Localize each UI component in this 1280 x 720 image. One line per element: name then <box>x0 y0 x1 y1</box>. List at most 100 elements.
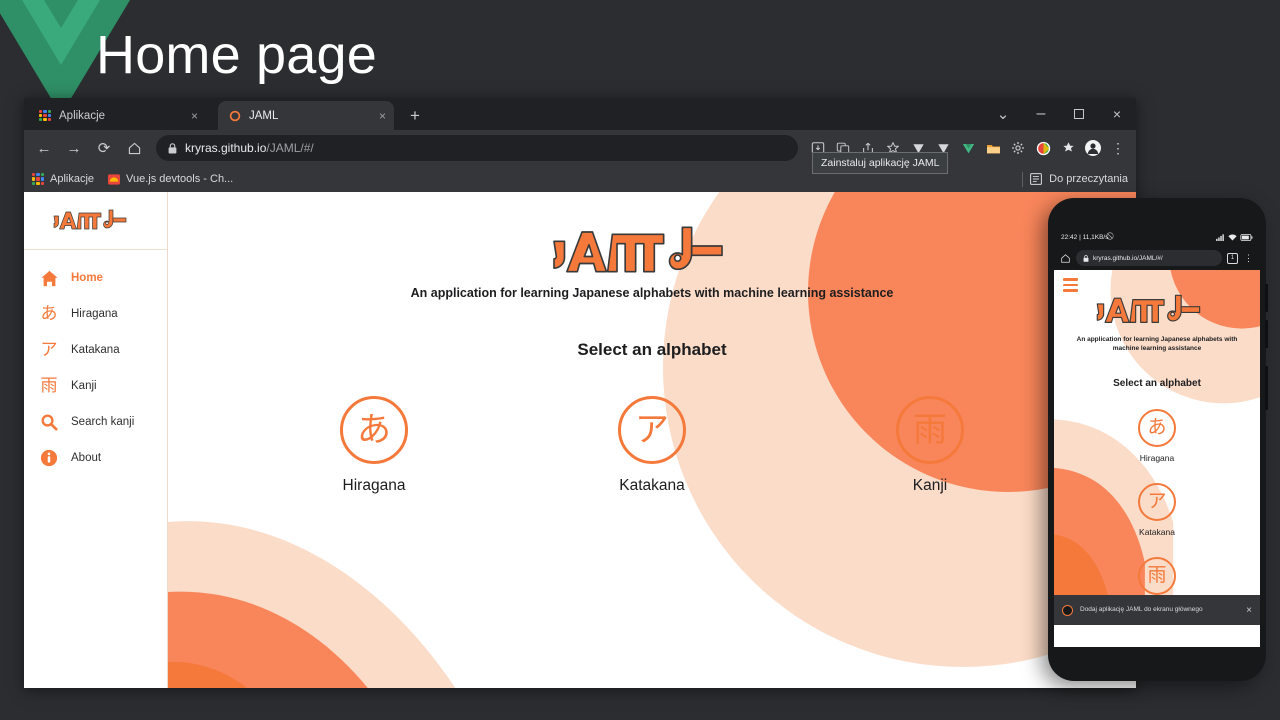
profile-avatar-icon[interactable] <box>1081 136 1105 160</box>
close-button[interactable]: × <box>1098 98 1136 130</box>
home-page-content: An application for learning Japanese alp… <box>168 192 1136 495</box>
phone-volume-up-button <box>1265 284 1268 312</box>
alphabet-options: あ Hiragana ア Katakana 雨 Kanji <box>168 396 1136 495</box>
katakana-circle-icon: ア <box>1138 483 1176 521</box>
extension-color-circle-icon[interactable] <box>1031 136 1055 160</box>
address-bar[interactable]: kryras.github.io/JAML/#/ <box>156 135 798 161</box>
browser-tab-aplikacje[interactable]: Aplikacje × <box>28 101 206 130</box>
hiragana-a-icon: あ <box>38 303 60 325</box>
reading-list-label: Do przeczytania <box>1049 173 1128 185</box>
tab-label: Aplikacje <box>59 110 105 122</box>
apps-grid-icon <box>39 110 51 122</box>
bookmark-label: Aplikacje <box>50 173 94 185</box>
sidebar-item-label: Kanji <box>71 380 97 392</box>
tab-strip: Aplikacje × JAML × + ⌄ – × <box>24 98 1136 130</box>
sidebar-item-label: Katakana <box>71 344 120 356</box>
hamburger-menu-icon[interactable] <box>1063 278 1078 295</box>
sidebar-item-search-kanji[interactable]: Search kanji <box>24 404 167 440</box>
katakana-circle-icon: ア <box>618 396 686 464</box>
alphabet-option-kanji[interactable]: 雨 Kanji <box>875 396 985 495</box>
browser-tab-jaml[interactable]: JAML × <box>218 101 394 130</box>
sidebar-item-label: Home <box>71 272 103 284</box>
app-sidebar: Home あ Hiragana ア Katakana 雨 Kanji <box>24 192 168 688</box>
install-app-tooltip: Zainstaluj aplikację JAML <box>812 152 948 174</box>
kanji-rain-icon: 雨 <box>38 375 60 397</box>
kanji-circle-icon: 雨 <box>896 396 964 464</box>
reading-list-entry[interactable]: Do przeczytania <box>1022 172 1128 187</box>
overflow-menu-icon[interactable]: ⋮ <box>1243 253 1254 264</box>
bookmarks-bar: Aplikacje Vue.js devtools - Ch... Do prz… <box>24 166 1136 192</box>
lock-icon <box>168 143 177 154</box>
sidebar-logo[interactable] <box>24 200 167 250</box>
app-tagline: An application for learning Japanese alp… <box>168 286 1136 300</box>
alphabet-label: Kanji <box>875 477 985 495</box>
phone-alphabet-option-katakana[interactable]: ア Katakana <box>1054 483 1260 537</box>
tab-label: JAML <box>249 110 278 122</box>
jaml-ring-icon <box>1062 605 1073 616</box>
phone-alphabet-option-hiragana[interactable]: あ Hiragana <box>1054 409 1260 463</box>
phone-power-button <box>1265 366 1268 410</box>
sidebar-item-hiragana[interactable]: あ Hiragana <box>24 296 167 332</box>
reload-button[interactable]: ⟳ <box>90 134 118 162</box>
forward-button[interactable]: → <box>60 134 88 162</box>
extension-folder-icon[interactable] <box>981 136 1005 160</box>
phone-status-time: 22:42 | 11,1KB/s <box>1061 234 1108 241</box>
url-path: /JAML/#/ <box>266 141 313 155</box>
browser-window: Aplikacje × JAML × + ⌄ – × ← → ⟳ <box>24 98 1136 688</box>
katakana-a-icon: ア <box>38 339 60 361</box>
browser-toolbar: ← → ⟳ kryras.github.io/JAML/#/ <box>24 130 1136 166</box>
alphabet-option-hiragana[interactable]: あ Hiragana <box>319 396 429 495</box>
info-icon <box>38 447 60 469</box>
bookmark-vue-devtools[interactable]: Vue.js devtools - Ch... <box>108 173 233 185</box>
sidebar-item-katakana[interactable]: ア Katakana <box>24 332 167 368</box>
hiragana-circle-icon: あ <box>340 396 408 464</box>
alphabet-label: Katakana <box>1054 527 1260 537</box>
new-tab-button[interactable]: + <box>404 105 426 127</box>
bookmark-aplikacje[interactable]: Aplikacje <box>32 173 94 185</box>
phone-omnibox-bar: kryras.github.io/JAML/#/ 1 ⋮ <box>1054 246 1260 270</box>
alphabet-label: Katakana <box>597 477 707 495</box>
page-title: Home page <box>96 24 377 86</box>
page-viewport: Home あ Hiragana ア Katakana 雨 Kanji <box>24 192 1136 688</box>
sidebar-item-label: About <box>71 452 101 464</box>
extension-vue-devtools-icon[interactable] <box>956 136 980 160</box>
snackbar-close-icon[interactable]: × <box>1246 605 1252 616</box>
minimize-button[interactable]: – <box>1022 98 1060 130</box>
home-icon <box>38 267 60 289</box>
sidebar-item-label: Hiragana <box>71 308 118 320</box>
lock-icon <box>1083 255 1089 262</box>
bookmark-label: Vue.js devtools - Ch... <box>126 173 233 185</box>
home-button[interactable] <box>120 134 148 162</box>
vue-devtools-icon <box>108 174 120 185</box>
alphabet-label: Hiragana <box>319 477 429 495</box>
chrome-menu-icon[interactable]: ⋮ <box>1106 136 1130 160</box>
extension-gear-icon[interactable] <box>1006 136 1030 160</box>
sidebar-item-about[interactable]: About <box>24 440 167 476</box>
hiragana-circle-icon: あ <box>1138 409 1176 447</box>
phone-screen: 22:42 | 11,1KB/s ⃠ <box>1054 228 1260 647</box>
phone-tab-count[interactable]: 1 <box>1227 253 1238 264</box>
sidebar-item-home[interactable]: Home <box>24 260 167 296</box>
phone-select-heading: Select an alphabet <box>1054 378 1260 389</box>
apps-grid-icon <box>32 173 44 185</box>
tab-close-icon[interactable]: × <box>177 109 198 123</box>
extensions-puzzle-icon[interactable] <box>1056 136 1080 160</box>
phone-address-bar[interactable]: kryras.github.io/JAML/#/ <box>1076 250 1222 266</box>
phone-status-bar: 22:42 | 11,1KB/s ⃠ <box>1054 228 1260 246</box>
maximize-button[interactable] <box>1060 98 1098 130</box>
phone-home-content: An application for learning Japanese alp… <box>1054 270 1260 611</box>
reading-list-icon <box>1030 173 1042 185</box>
alphabet-option-katakana[interactable]: ア Katakana <box>597 396 707 495</box>
sidebar-item-kanji[interactable]: 雨 Kanji <box>24 368 167 404</box>
alphabet-label: Hiragana <box>1054 453 1260 463</box>
phone-page: An application for learning Japanese alp… <box>1054 270 1260 625</box>
app-content: An application for learning Japanese alp… <box>168 192 1136 688</box>
phone-status-icons <box>1216 234 1253 241</box>
phone-install-snackbar: Dodaj aplikację JAML do ekranu głównego … <box>1054 595 1260 625</box>
tab-search-button[interactable]: ⌄ <box>984 98 1022 130</box>
back-button[interactable]: ← <box>30 134 58 162</box>
home-icon[interactable] <box>1060 254 1071 263</box>
tab-close-icon[interactable]: × <box>365 109 386 123</box>
phone-volume-down-button <box>1265 320 1268 348</box>
url-host: kryras.github.io <box>185 141 266 155</box>
